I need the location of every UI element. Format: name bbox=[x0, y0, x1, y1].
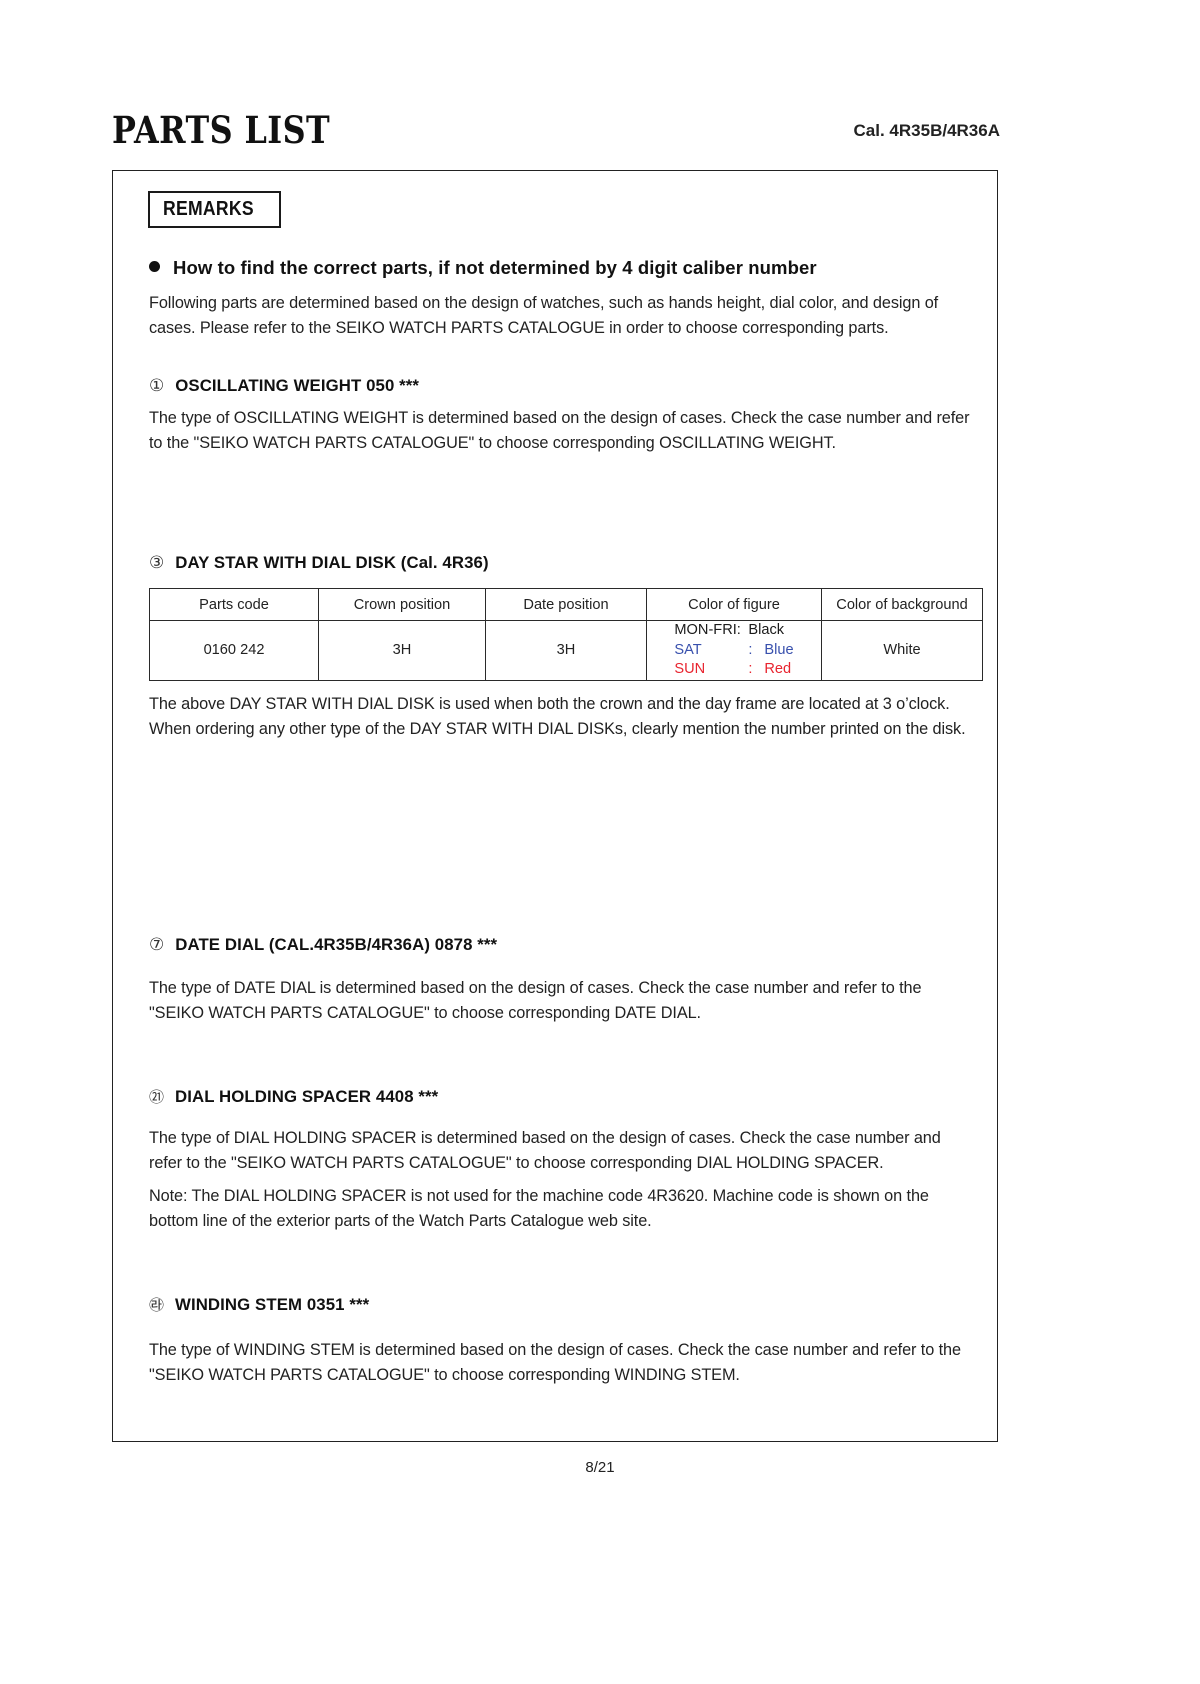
page-title: PARTS LIST bbox=[112, 108, 331, 152]
column-header-parts-code: Parts code bbox=[149, 588, 319, 621]
color-row-day: SAT bbox=[674, 641, 702, 658]
color-row-day: MON-FRI: bbox=[674, 622, 741, 638]
section-heading-date-dial: ⑦ DATE DIAL (CAL.4R35B/4R36A) 0878 *** bbox=[149, 934, 971, 956]
section-paragraph-day-star: The above DAY STAR WITH DIAL DISK is use… bbox=[149, 694, 966, 738]
circled-number-icon: ㉑ bbox=[149, 1087, 165, 1106]
content-body: REMARKS How to find the correct parts, i… bbox=[141, 191, 983, 1388]
table-header-row: Parts code Crown position Date position … bbox=[149, 588, 983, 621]
cell-parts-code: 0160 242 bbox=[149, 620, 319, 681]
cell-crown-position: 3H bbox=[318, 620, 486, 681]
circled-number-icon: ⑦ bbox=[149, 934, 165, 955]
remarks-box: REMARKS bbox=[148, 191, 282, 228]
section-heading-oscillating-weight: ① OSCILLATING WEIGHT 050 *** bbox=[149, 375, 971, 397]
document-page: PARTS LIST Cal. 4R35B/4R36A REMARKS How … bbox=[0, 0, 1200, 1684]
section-heading-text: OSCILLATING WEIGHT 050 *** bbox=[175, 376, 420, 395]
section-paragraph-dial-holding-spacer: The type of DIAL HOLDING SPACER is deter… bbox=[149, 1128, 941, 1172]
circled-number-icon: ③ bbox=[149, 553, 165, 573]
content-frame: REMARKS How to find the correct parts, i… bbox=[112, 170, 998, 1442]
section-heading-dial-holding-spacer: ㉑ DIAL HOLDING SPACER 4408 *** bbox=[149, 1086, 971, 1108]
color-row-monfri: MON-FRI: Black bbox=[674, 621, 793, 641]
section-heading-text: DIAL HOLDING SPACER 4408 *** bbox=[175, 1086, 439, 1106]
section-paragraph-winding-stem: The type of WINDING STEM is determined b… bbox=[149, 1340, 961, 1384]
section-note-dial-holding-spacer: Note: The DIAL HOLDING SPACER is not use… bbox=[149, 1186, 929, 1230]
column-header-date-position: Date position bbox=[485, 588, 647, 621]
color-row-sun: SUN : Red bbox=[674, 660, 793, 680]
page-footer: 8/21 bbox=[0, 1458, 1200, 1478]
section-paragraph-oscillating-weight: The type of OSCILLATING WEIGHT is determ… bbox=[149, 409, 970, 452]
color-of-figure-list: MON-FRI: Black SAT : Blue SUN: Red bbox=[674, 621, 793, 680]
bullet-dot-icon bbox=[149, 261, 160, 272]
section-heading-day-star: ③ DAY STAR WITH DIAL DISK (Cal. 4R36) bbox=[149, 552, 971, 574]
color-row-separator: : bbox=[748, 661, 753, 677]
page-number: 8/21 bbox=[585, 1459, 615, 1476]
caliber-label: Cal. 4R35B/4R36A bbox=[853, 121, 1000, 140]
column-header-color-of-figure: Color of figure bbox=[646, 588, 822, 621]
table-body: 0160 242 3H 3H MON-FRI: Black SAT: Blue… bbox=[149, 620, 983, 681]
table-header: Parts code Crown position Date position … bbox=[149, 588, 983, 621]
section-heading-text: WINDING STEM 0351 *** bbox=[175, 1294, 370, 1314]
color-row-value: Black bbox=[748, 622, 785, 638]
section-heading-winding-stem: ㉱ WINDING STEM 0351 *** bbox=[149, 1294, 971, 1316]
section-paragraph-date-dial: The type of DATE DIAL is determined base… bbox=[149, 978, 922, 1022]
section-heading-text: DATE DIAL (CAL.4R35B/4R36A) 0878 *** bbox=[175, 934, 498, 954]
color-row-separator: : bbox=[748, 641, 753, 658]
how-to-find-heading-text: How to find the correct parts, if not de… bbox=[173, 257, 817, 278]
circled-number-icon: ㉱ bbox=[149, 1295, 165, 1314]
cell-color-of-background: White bbox=[821, 620, 983, 681]
section-heading-text: DAY STAR WITH DIAL DISK (Cal. 4R36) bbox=[175, 553, 489, 572]
color-row-day: SUN bbox=[674, 661, 706, 677]
color-row-value: Red bbox=[764, 661, 792, 677]
intro-paragraph: Following parts are determined based on … bbox=[149, 294, 939, 337]
color-row-sat: SAT : Blue bbox=[674, 641, 793, 661]
circled-number-icon: ① bbox=[149, 376, 165, 396]
day-star-parts-table: Parts code Crown position Date position … bbox=[149, 588, 983, 681]
cell-date-position: 3H bbox=[485, 620, 647, 681]
table-row: 0160 242 3H 3H MON-FRI: Black SAT: Blue… bbox=[149, 620, 983, 681]
page-header: PARTS LIST Cal. 4R35B/4R36A bbox=[112, 108, 1000, 164]
remarks-label: REMARKS bbox=[163, 198, 254, 220]
color-row-value: Blue bbox=[764, 641, 794, 658]
how-to-find-heading: How to find the correct parts, if not de… bbox=[149, 256, 971, 280]
cell-color-of-figure: MON-FRI: Black SAT : Blue SUN: Red bbox=[646, 620, 822, 681]
column-header-crown-position: Crown position bbox=[318, 588, 486, 621]
column-header-color-of-background: Color of background bbox=[821, 588, 983, 621]
